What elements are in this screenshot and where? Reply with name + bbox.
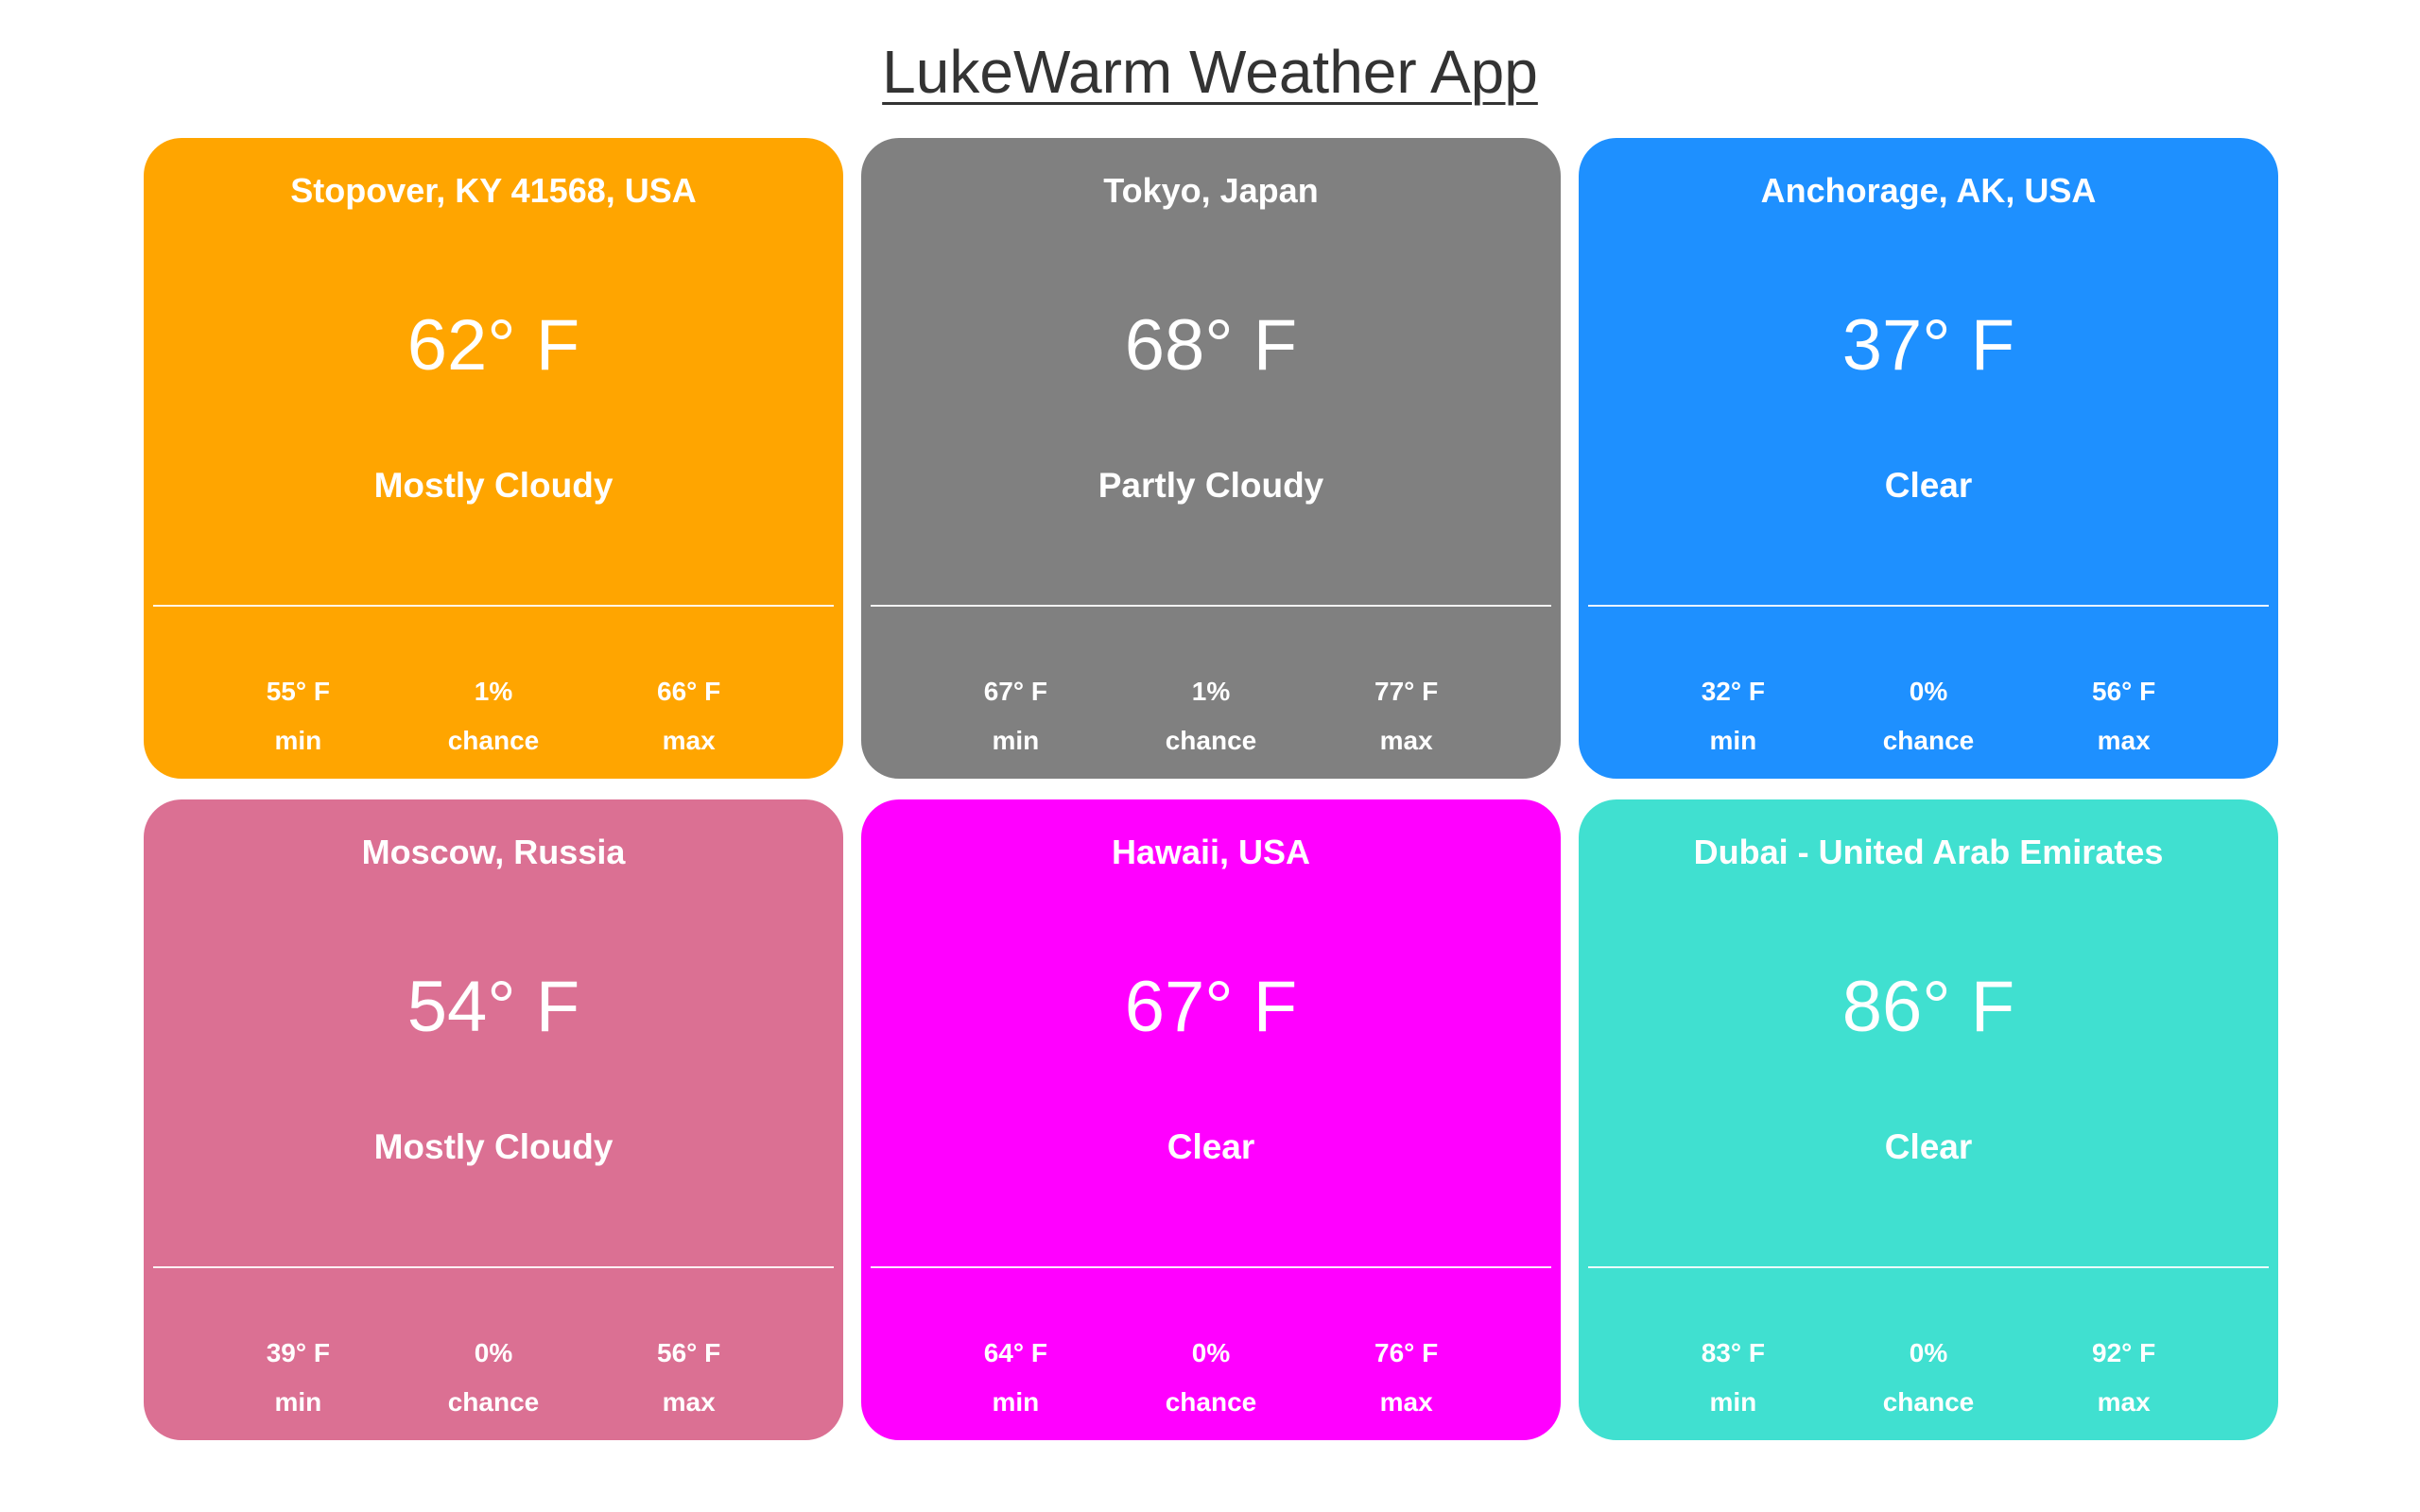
stat-max-label: max	[1379, 1387, 1433, 1417]
stat-min-value: 67° F	[983, 677, 1047, 706]
stat-chance-value: 0%	[1191, 1338, 1231, 1367]
stat-chance-value: 0%	[1909, 677, 1948, 706]
card-temperature: 67° F	[1124, 967, 1298, 1047]
card-divider	[871, 1266, 1551, 1268]
card-location: Stopover, KY 41568, USA	[290, 171, 697, 210]
stat-chance: 0% chance	[1843, 667, 2014, 765]
card-temperature: 54° F	[406, 967, 580, 1047]
stat-max-label: max	[662, 1387, 716, 1417]
weather-app-page: LukeWarm Weather App Stopover, KY 41568,…	[0, 0, 2420, 1512]
stat-min-label: min	[992, 1387, 1040, 1417]
card-temperature: 62° F	[406, 305, 580, 386]
card-stats: 67° F min 1% chance 77° F max	[861, 667, 1561, 765]
stat-max-value: 76° F	[1374, 1338, 1439, 1367]
stat-min-label: min	[1709, 1387, 1757, 1417]
card-divider	[1588, 1266, 2269, 1268]
card-location: Moscow, Russia	[361, 833, 626, 871]
weather-card: Moscow, Russia 54° F Mostly Cloudy 39° F…	[144, 799, 843, 1440]
stat-chance-label: chance	[447, 726, 540, 755]
card-location: Anchorage, AK, USA	[1760, 171, 2097, 210]
card-condition: Mostly Cloudy	[373, 1127, 614, 1166]
card-stats: 83° F min 0% chance 92° F max	[1579, 1329, 2278, 1427]
card-condition: Clear	[1884, 1127, 1973, 1166]
app-title: LukeWarm Weather App	[882, 38, 1538, 106]
stat-min-value: 83° F	[1701, 1338, 1765, 1367]
card-condition: Clear	[1167, 1127, 1255, 1166]
weather-card: Anchorage, AK, USA 37° F Clear 32° F min…	[1579, 138, 2278, 779]
stat-min: 32° F min	[1648, 667, 1818, 765]
stat-min-value: 39° F	[266, 1338, 330, 1367]
stat-max-label: max	[662, 726, 716, 755]
stat-min: 55° F min	[213, 667, 383, 765]
stat-min-label: min	[274, 1387, 322, 1417]
stat-max: 76° F max	[1322, 1329, 1492, 1427]
stat-chance: 1% chance	[1126, 667, 1296, 765]
stat-chance-value: 1%	[474, 677, 513, 706]
card-condition: Clear	[1884, 466, 1973, 505]
card-location: Dubai - United Arab Emirates	[1693, 833, 2164, 871]
stat-min: 67° F min	[930, 667, 1100, 765]
card-temperature: 68° F	[1124, 305, 1298, 386]
weather-card: Dubai - United Arab Emirates 86° F Clear…	[1579, 799, 2278, 1440]
stat-max: 92° F max	[2039, 1329, 2209, 1427]
stat-min: 64° F min	[930, 1329, 1100, 1427]
card-location: Tokyo, Japan	[1103, 171, 1319, 210]
weather-card-grid: Stopover, KY 41568, USA 62° F Mostly Clo…	[144, 138, 2278, 1440]
weather-card: Stopover, KY 41568, USA 62° F Mostly Clo…	[144, 138, 843, 779]
stat-chance-value: 0%	[1909, 1338, 1948, 1367]
card-divider	[153, 605, 834, 607]
stat-chance-value: 1%	[1191, 677, 1231, 706]
stat-min-value: 64° F	[983, 1338, 1047, 1367]
stat-chance-label: chance	[1165, 1387, 1257, 1417]
stat-max-value: 92° F	[2092, 1338, 2156, 1367]
stat-chance: 0% chance	[1126, 1329, 1296, 1427]
card-location: Hawaii, USA	[1111, 833, 1311, 871]
card-condition: Mostly Cloudy	[373, 466, 614, 505]
card-temperature: 86° F	[1841, 967, 2015, 1047]
stat-max: 77° F max	[1322, 667, 1492, 765]
stat-max-label: max	[1379, 726, 1433, 755]
stat-chance: 1% chance	[408, 667, 579, 765]
stat-chance-label: chance	[1882, 726, 1975, 755]
stat-max-value: 56° F	[657, 1338, 721, 1367]
stat-chance-label: chance	[447, 1387, 540, 1417]
stat-max: 56° F max	[2039, 667, 2209, 765]
stat-chance-label: chance	[1882, 1387, 1975, 1417]
stat-min-value: 55° F	[266, 677, 330, 706]
stat-max: 56° F max	[604, 1329, 774, 1427]
stat-max-label: max	[2097, 1387, 2151, 1417]
stat-max: 66° F max	[604, 667, 774, 765]
stat-max-value: 77° F	[1374, 677, 1439, 706]
card-temperature: 37° F	[1841, 305, 2015, 386]
stat-chance: 0% chance	[408, 1329, 579, 1427]
card-stats: 39° F min 0% chance 56° F max	[144, 1329, 843, 1427]
weather-card: Tokyo, Japan 68° F Partly Cloudy 67° F m…	[861, 138, 1561, 779]
stat-chance-label: chance	[1165, 726, 1257, 755]
stat-max-label: max	[2097, 726, 2151, 755]
stat-min-label: min	[992, 726, 1040, 755]
stat-chance: 0% chance	[1843, 1329, 2014, 1427]
stat-min-value: 32° F	[1701, 677, 1765, 706]
stat-max-value: 66° F	[657, 677, 721, 706]
weather-card: Hawaii, USA 67° F Clear 64° F min 0% cha…	[861, 799, 1561, 1440]
stat-min: 39° F min	[213, 1329, 383, 1427]
card-divider	[871, 605, 1551, 607]
card-stats: 64° F min 0% chance 76° F max	[861, 1329, 1561, 1427]
card-stats: 32° F min 0% chance 56° F max	[1579, 667, 2278, 765]
stat-max-value: 56° F	[2092, 677, 2156, 706]
stat-min-label: min	[1709, 726, 1757, 755]
card-divider	[153, 1266, 834, 1268]
stat-min: 83° F min	[1648, 1329, 1818, 1427]
card-stats: 55° F min 1% chance 66° F max	[144, 667, 843, 765]
card-condition: Partly Cloudy	[1098, 466, 1324, 505]
stat-chance-value: 0%	[474, 1338, 513, 1367]
card-divider	[1588, 605, 2269, 607]
stat-min-label: min	[274, 726, 322, 755]
